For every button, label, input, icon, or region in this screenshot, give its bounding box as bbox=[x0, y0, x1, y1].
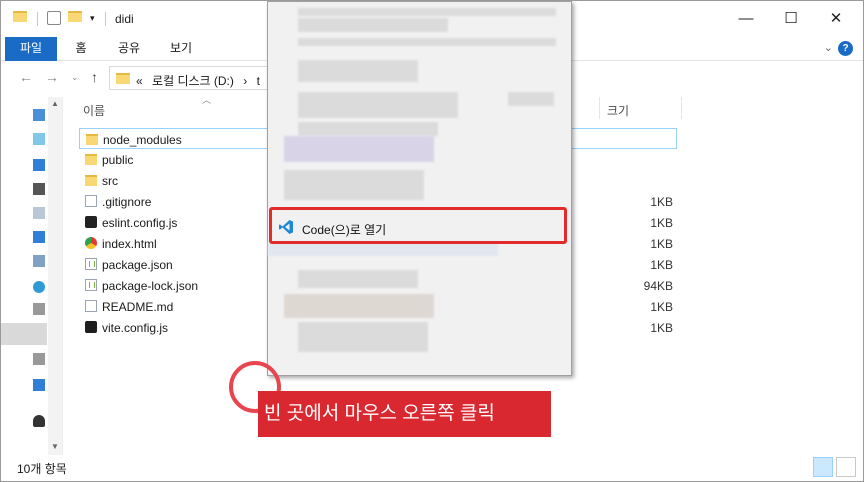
blurred-menu-item[interactable] bbox=[298, 60, 418, 82]
scroll-up-icon[interactable]: ▲ bbox=[51, 99, 59, 108]
file-name: node_modules bbox=[103, 133, 182, 147]
folder-icon bbox=[85, 175, 97, 186]
window-title: didi bbox=[115, 12, 134, 26]
blurred-menu-item[interactable] bbox=[298, 322, 428, 352]
file-size: 1KB bbox=[650, 195, 673, 209]
back-icon[interactable]: ← bbox=[19, 69, 33, 85]
item-count: 10개 항목 bbox=[17, 462, 67, 476]
blurred-menu-item[interactable] bbox=[284, 170, 424, 200]
linux-icon[interactable] bbox=[33, 415, 45, 427]
separator bbox=[37, 12, 38, 26]
eslint-icon bbox=[85, 216, 97, 228]
sort-indicator-icon: ︿ bbox=[202, 95, 212, 105]
up-icon[interactable]: ↑ bbox=[91, 69, 98, 85]
close-button[interactable]: ✕ bbox=[821, 7, 851, 31]
file-size: 1KB bbox=[650, 300, 673, 314]
folder-icon bbox=[85, 154, 97, 165]
minimize-button[interactable]: — bbox=[731, 7, 761, 31]
file-size: 1KB bbox=[650, 237, 673, 251]
file-name: eslint.config.js bbox=[102, 216, 178, 230]
highlight-box bbox=[269, 207, 567, 244]
file-size: 94KB bbox=[643, 279, 673, 293]
blurred-menu-item[interactable] bbox=[298, 18, 448, 32]
blurred-menu-item[interactable] bbox=[284, 294, 434, 318]
file-size: 1KB bbox=[650, 258, 673, 272]
json-icon bbox=[85, 279, 97, 291]
blurred-menu-item[interactable] bbox=[298, 38, 556, 46]
address-segment[interactable]: 로컬 디스크 (D:) bbox=[152, 74, 234, 88]
address-segment[interactable]: t bbox=[257, 74, 260, 88]
pictures-icon[interactable] bbox=[33, 255, 45, 267]
file-name: package.json bbox=[102, 258, 173, 272]
new-folder-icon[interactable] bbox=[68, 11, 82, 27]
drive-icon[interactable] bbox=[33, 353, 45, 365]
address-separator[interactable]: › bbox=[243, 74, 247, 88]
column-divider[interactable] bbox=[599, 97, 600, 119]
blurred-menu-item[interactable] bbox=[508, 92, 554, 106]
file-name: index.html bbox=[102, 237, 157, 251]
videos-icon[interactable] bbox=[33, 183, 45, 195]
blurred-menu-item[interactable] bbox=[298, 8, 556, 16]
explorer-window: ▾ didi — ☐ ✕ 파일 홈 공유 보기 ⌄ ? ← → ⌄ ↑ « 로컬… bbox=[0, 0, 864, 482]
recent-locations-icon[interactable]: ⌄ bbox=[71, 72, 79, 83]
ribbon-expand-icon[interactable]: ⌄ bbox=[824, 41, 833, 54]
downloads-icon[interactable] bbox=[33, 159, 45, 171]
file-icon bbox=[85, 195, 97, 207]
maximize-button[interactable]: ☐ bbox=[776, 7, 806, 31]
column-divider[interactable] bbox=[681, 97, 682, 119]
address-overflow[interactable]: « bbox=[136, 74, 143, 88]
selected-drive-item[interactable] bbox=[1, 323, 47, 345]
customize-quick-access-icon[interactable]: ▾ bbox=[90, 13, 95, 29]
desktop-icon[interactable] bbox=[33, 231, 45, 243]
file-name: .gitignore bbox=[102, 195, 152, 209]
tab-home[interactable]: 홈 bbox=[71, 37, 91, 61]
vite-icon bbox=[85, 321, 97, 333]
chrome-icon bbox=[85, 237, 97, 249]
blurred-menu-item[interactable] bbox=[284, 136, 434, 162]
scroll-down-icon[interactable]: ▼ bbox=[51, 442, 59, 451]
annotation-callout: 빈 곳에서 마우스 오른쪽 클릭 bbox=[258, 391, 551, 437]
documents-icon[interactable] bbox=[33, 207, 45, 219]
help-icon[interactable]: ? bbox=[838, 41, 853, 56]
objects-icon[interactable] bbox=[33, 133, 45, 145]
file-name: src bbox=[102, 174, 118, 188]
file-name: README.md bbox=[102, 300, 174, 314]
forward-icon[interactable]: → bbox=[45, 69, 59, 85]
separator bbox=[105, 12, 106, 26]
context-menu: Code(으)로 열기 bbox=[267, 1, 572, 376]
address-bar[interactable]: « 로컬 디스크 (D:) › t bbox=[109, 66, 279, 90]
status-bar: 10개 항목 bbox=[1, 455, 863, 481]
file-size: 1KB bbox=[650, 321, 673, 335]
file-name: public bbox=[102, 153, 134, 167]
blurred-menu-item[interactable] bbox=[298, 92, 458, 118]
drive-icon[interactable] bbox=[33, 303, 45, 315]
tab-view[interactable]: 보기 bbox=[167, 37, 195, 61]
network-icon[interactable] bbox=[33, 379, 45, 391]
folder-icon bbox=[86, 134, 98, 145]
folder-icon bbox=[116, 73, 130, 84]
column-size[interactable]: 크기 bbox=[607, 102, 629, 119]
large-icons-view-button[interactable] bbox=[836, 457, 856, 477]
file-size: 1KB bbox=[650, 216, 673, 230]
pc-icon[interactable] bbox=[33, 109, 45, 121]
navigation-pane: ▲ ▼ bbox=[1, 97, 63, 455]
blurred-menu-item[interactable] bbox=[298, 270, 418, 288]
nav-scrollbar[interactable]: ▲ ▼ bbox=[48, 97, 62, 455]
tab-share[interactable]: 공유 bbox=[115, 37, 143, 61]
blurred-menu-item[interactable] bbox=[298, 122, 438, 136]
tab-file[interactable]: 파일 bbox=[5, 37, 57, 61]
file-icon bbox=[85, 300, 97, 312]
details-view-button[interactable] bbox=[813, 457, 833, 477]
properties-icon[interactable] bbox=[47, 11, 61, 25]
json-icon bbox=[85, 258, 97, 270]
folder-icon bbox=[13, 11, 27, 27]
file-name: vite.config.js bbox=[102, 321, 169, 335]
file-name: package-lock.json bbox=[102, 279, 199, 293]
column-name[interactable]: 이름 bbox=[83, 102, 105, 119]
music-icon[interactable] bbox=[33, 281, 45, 293]
